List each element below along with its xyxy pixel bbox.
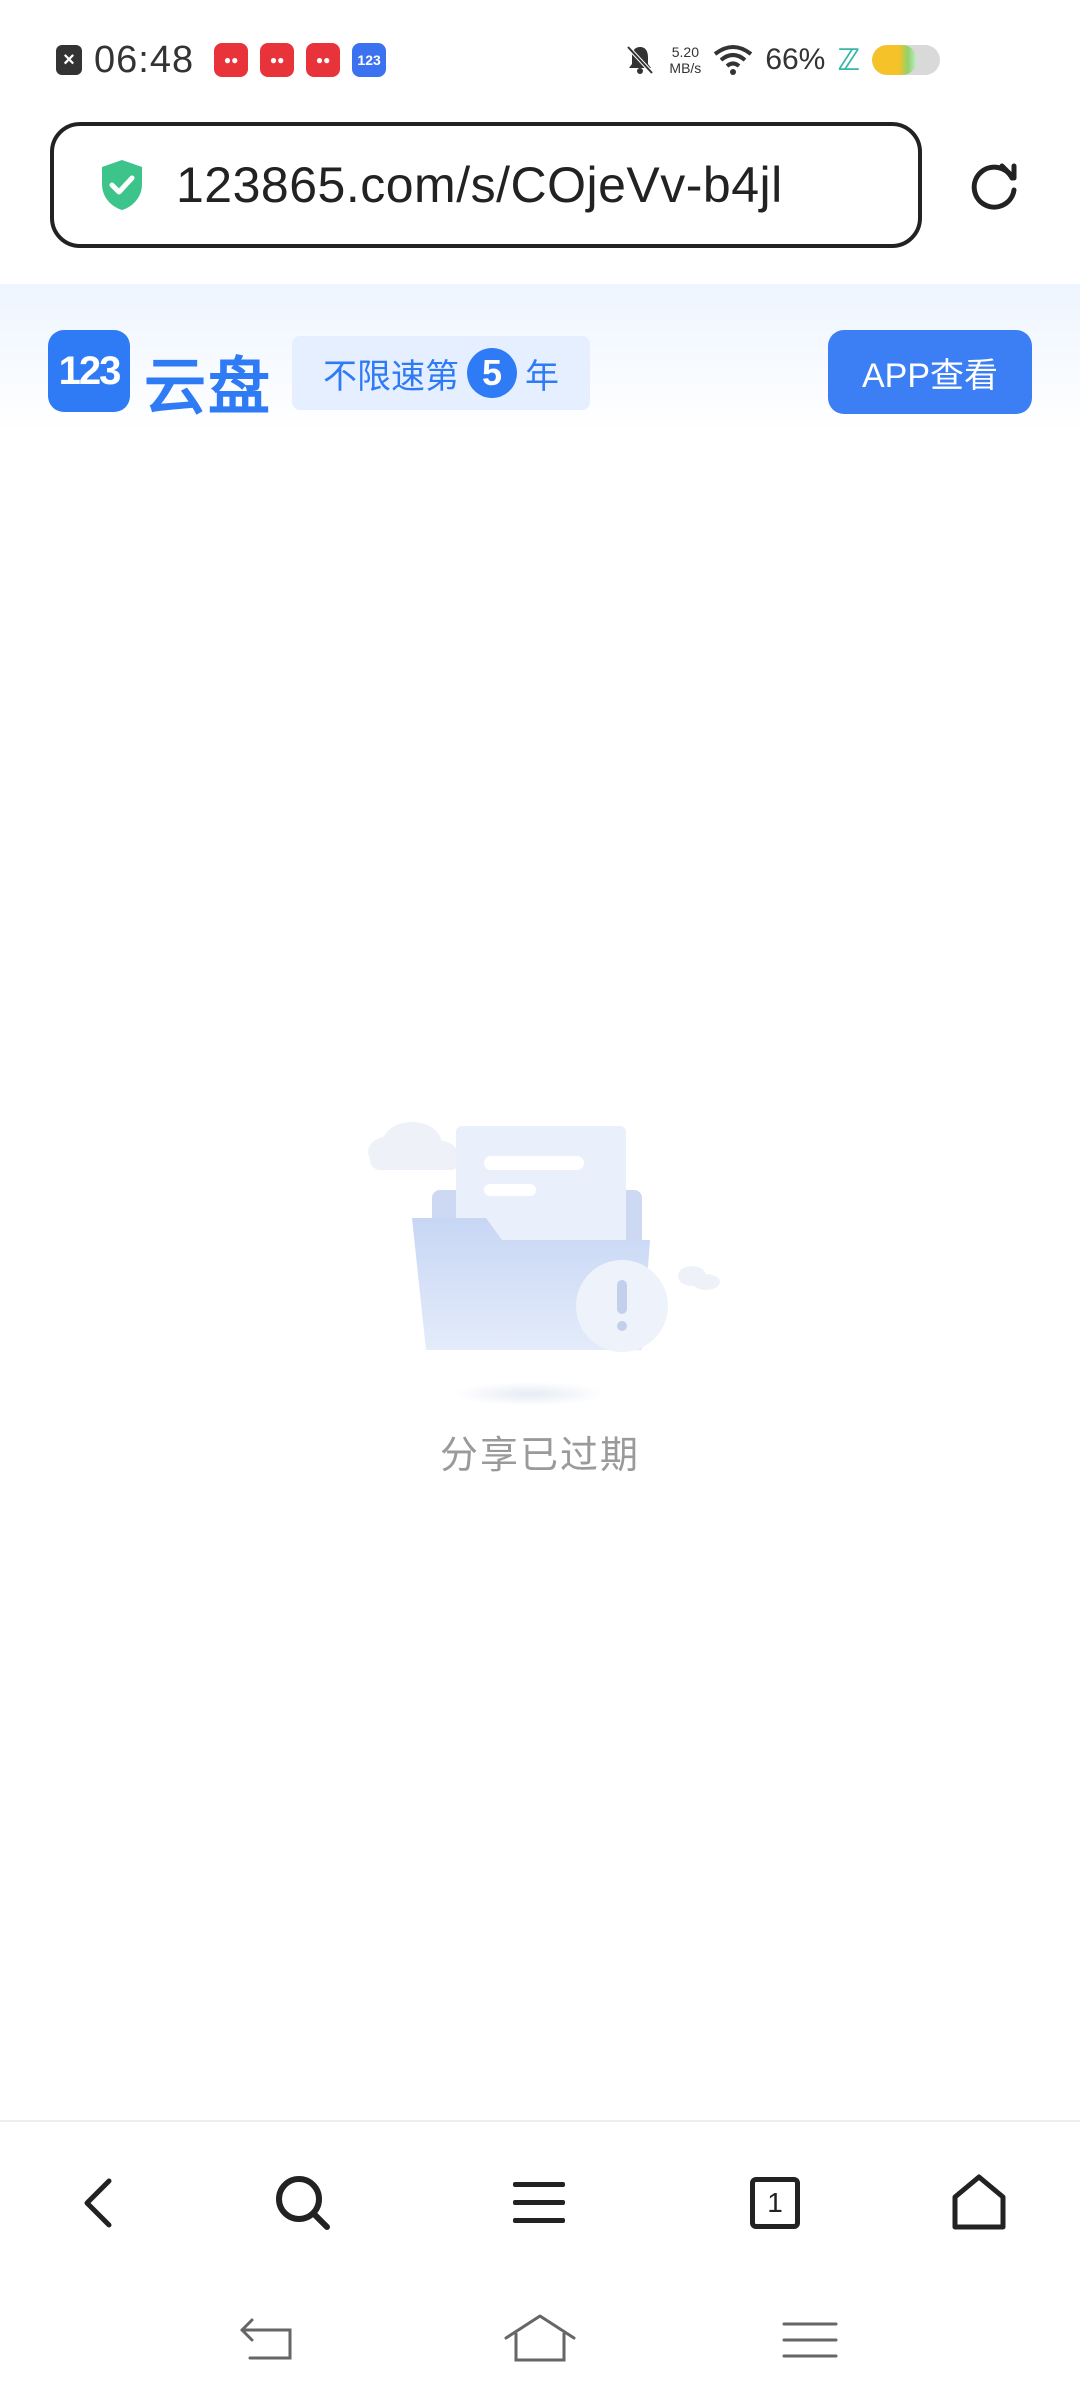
- system-recents-icon[interactable]: [770, 2310, 850, 2370]
- back-arrow-icon: [84, 2178, 112, 2228]
- app-notification-icon: ●●: [214, 43, 249, 77]
- app-notification-icon: ●●: [306, 43, 341, 77]
- app-notification-icon: ●●: [260, 43, 295, 77]
- search-button[interactable]: [268, 2168, 338, 2238]
- open-in-app-button[interactable]: APP查看: [828, 330, 1032, 414]
- status-left: × 06:48 ●● ●● ●● 123: [56, 38, 387, 82]
- system-nav-bar: [0, 2290, 1080, 2400]
- address-bar[interactable]: 123865.com/s/COjeVv-b4jl: [50, 122, 922, 248]
- status-bar: × 06:48 ●● ●● ●● 123 5.20 MB/s 66% ℤ: [0, 0, 1080, 120]
- promo-badge: 不限速第 5 年: [292, 336, 590, 410]
- wifi-icon: [714, 45, 753, 75]
- url-text[interactable]: 123865.com/s/COjeVv-b4jl: [176, 156, 783, 214]
- charging-icon: ℤ: [837, 43, 860, 77]
- 123pan-notification-icon: 123: [352, 43, 387, 77]
- expired-folder-icon: [368, 1122, 720, 1406]
- reload-icon[interactable]: [966, 158, 1022, 214]
- promo-prefix: 不限速第: [323, 357, 459, 396]
- search-icon: [276, 2176, 330, 2230]
- tabs-button[interactable]: 1: [740, 2168, 810, 2238]
- browser-toolbar: 1: [0, 2120, 1080, 2280]
- status-right: 5.20 MB/s 66% ℤ: [623, 0, 940, 120]
- menu-icon: [513, 2182, 565, 2223]
- promo-number: 5: [467, 348, 517, 398]
- tab-count: 1: [750, 2177, 800, 2229]
- secure-shield-icon: [102, 160, 142, 210]
- share-expired-message: 分享已过期: [439, 1435, 640, 1477]
- network-speed-unit: MB/s: [669, 60, 702, 76]
- battery-fill: [872, 45, 917, 75]
- logo-icon[interactable]: 123: [48, 330, 130, 412]
- system-home-icon[interactable]: [500, 2310, 580, 2370]
- promo-suffix: 年: [525, 357, 559, 396]
- back-button[interactable]: [64, 2168, 134, 2238]
- home-button[interactable]: [944, 2168, 1014, 2238]
- menu-button[interactable]: [504, 2168, 574, 2238]
- system-back-icon[interactable]: [230, 2310, 310, 2370]
- home-icon: [952, 2174, 1006, 2230]
- mute-bell-icon: [626, 45, 654, 75]
- clock-time: 06:48: [94, 38, 195, 81]
- network-speed-value: 5.20: [671, 44, 699, 60]
- browser-screen: × 06:48 ●● ●● ●● 123 5.20 MB/s 66% ℤ 123…: [0, 0, 1080, 2400]
- logo-text[interactable]: 云盘: [144, 336, 272, 426]
- battery-percent: 66%: [765, 43, 826, 76]
- close-notification-icon: ×: [56, 45, 82, 75]
- network-speed: 5.20 MB/s: [669, 44, 701, 76]
- battery-icon: [872, 45, 940, 75]
- site-header: 123 云盘 不限速第 5 年 APP查看: [0, 284, 1080, 434]
